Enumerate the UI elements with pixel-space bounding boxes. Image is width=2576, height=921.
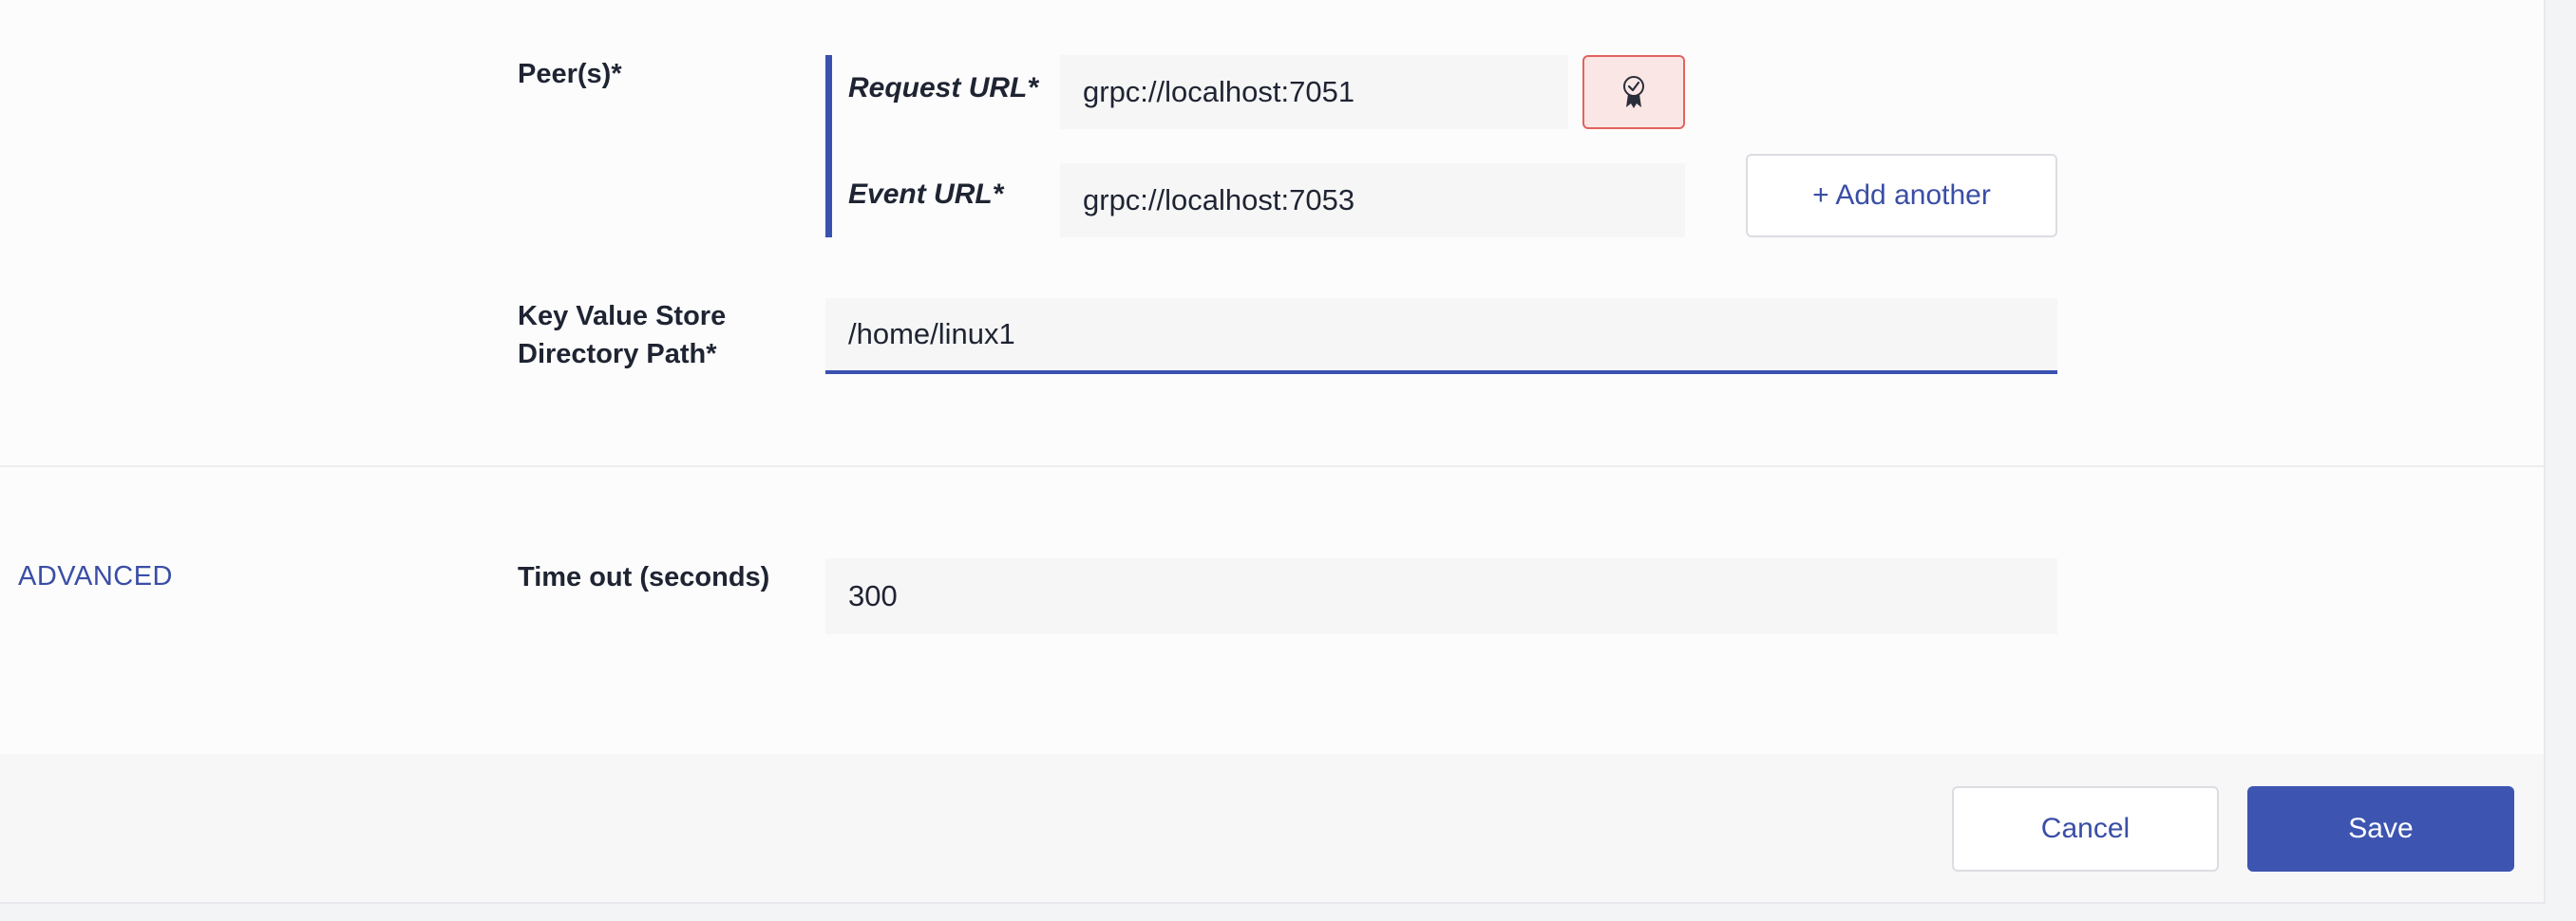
connection-form-panel: Peer(s)* Request URL* Event URL* + Add a… [0,0,2546,904]
key-value-store-path-input[interactable] [825,298,2057,374]
key-value-store-label-line1: Key Value Store [518,301,727,331]
add-another-peer-button[interactable]: + Add another [1746,154,2057,237]
request-url-label: Request URL* [848,72,1039,103]
timeout-label: Time out (seconds) [518,562,770,592]
certificate-ribbon-icon [1623,76,1644,108]
timeout-input[interactable] [825,558,2057,634]
section-divider [0,465,2544,467]
save-button[interactable]: Save [2247,786,2514,872]
certificate-button[interactable] [1582,55,1685,129]
key-value-store-label-line2: Directory Path* [518,339,717,369]
event-url-input[interactable] [1060,163,1685,237]
peer-group-indicator [825,55,832,237]
cancel-button[interactable]: Cancel [1952,786,2219,872]
advanced-section-label: ADVANCED [18,561,173,592]
form-footer: Cancel Save [0,754,2544,902]
peers-label: Peer(s)* [518,59,622,89]
event-url-label: Event URL* [848,179,1004,210]
request-url-input[interactable] [1060,55,1568,129]
